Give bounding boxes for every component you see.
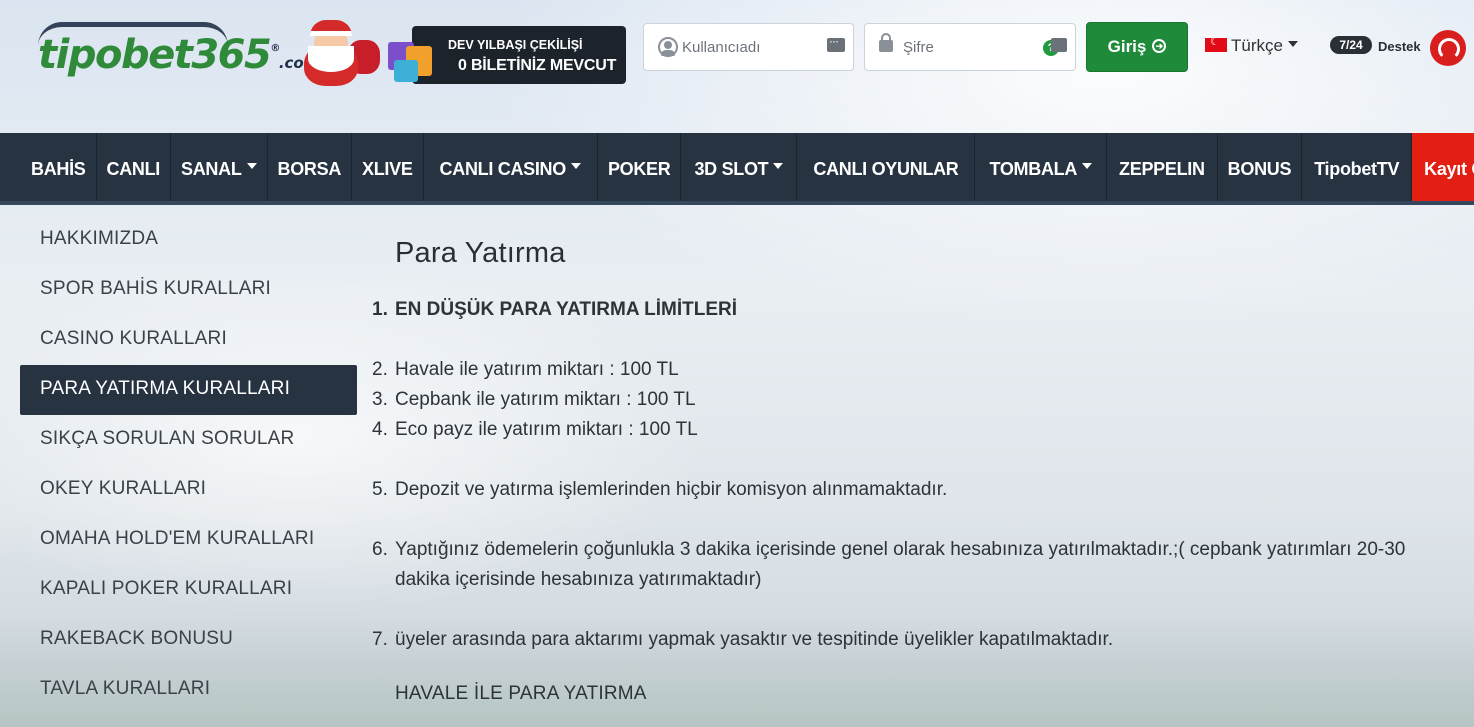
nav-item-bahis[interactable]: BAHİS	[0, 133, 97, 201]
list-item: 2. Havale ile yatırım miktarı : 100 TL	[372, 359, 679, 380]
lottery-title: DEV YILBAŞI ÇEKİLİŞİ	[448, 38, 583, 52]
chevron-down-icon	[1082, 163, 1093, 170]
list-item: 3. Cepbank ile yatırım miktarı : 100 TL	[372, 389, 696, 410]
chevron-down-icon	[246, 163, 257, 170]
arrow-right-icon: ➔	[1152, 38, 1167, 53]
nav-item-tombala[interactable]: TOMBALA	[975, 133, 1108, 201]
list-item: 4. Eco payz ile yatırım miktarı : 100 TL	[372, 419, 698, 440]
santa-illustration	[300, 20, 382, 86]
sidebar-item-hakkimizda[interactable]: HAKKIMIZDA	[20, 215, 357, 265]
nav-item-3d-slot[interactable]: 3D SLOT	[681, 133, 798, 201]
sidebar: HAKKIMIZDA SPOR BAHİS KURALLARI CASINO K…	[20, 215, 357, 715]
nav-item-canli-casino[interactable]: CANLI CASINO	[424, 133, 598, 201]
nav-item-canli-oyunlar[interactable]: CANLI OYUNLAR	[797, 133, 976, 201]
nav-item-tipobettv[interactable]: TipobetTV	[1302, 133, 1413, 201]
list-item: 6. Yaptığınız ödemelerin çoğunlukla 3 dak…	[372, 539, 1406, 590]
page-title: Para Yatırma	[395, 237, 566, 269]
lottery-tickets: 0 BİLETİNİZ MEVCUT	[458, 57, 617, 74]
nav-item-xlive[interactable]: XLIVE	[352, 133, 424, 201]
sidebar-item-kapali-poker[interactable]: KAPALI POKER KURALLARI	[20, 565, 357, 615]
username-field-wrapper	[643, 23, 854, 71]
section-subheading: HAVALE İLE PARA YATIRMA	[395, 683, 647, 704]
sidebar-item-casino[interactable]: CASINO KURALLARI	[20, 315, 357, 365]
language-label: Türkçe	[1231, 36, 1283, 55]
header: tipobet365®.com DEV YILBAŞI ÇEKİLİŞİ 0 B…	[0, 0, 1474, 133]
login-label: Giriş	[1107, 37, 1147, 56]
gift-icon	[386, 30, 436, 82]
nav-item-borsa[interactable]: BORSA	[268, 133, 353, 201]
list-item: 5. Depozit ve yatırma işlemlerinden hiçbi…	[372, 479, 948, 500]
password-input[interactable]	[903, 24, 1043, 70]
sidebar-item-sss[interactable]: SIKÇA SORULAN SORULAR	[20, 415, 357, 465]
nav-item-poker[interactable]: POKER	[598, 133, 682, 201]
keyboard-icon[interactable]	[827, 34, 845, 52]
lock-icon	[879, 33, 893, 52]
sidebar-item-tavla[interactable]: TAVLA KURALLARI	[20, 665, 357, 715]
chevron-down-icon	[773, 163, 784, 170]
login-button[interactable]: Giriş ➔	[1086, 22, 1188, 72]
sidebar-item-para-yatirma[interactable]: PARA YATIRMA KURALLARI	[20, 365, 357, 415]
chevron-down-icon	[1287, 40, 1298, 47]
username-input[interactable]	[682, 24, 822, 70]
turkey-flag-icon	[1205, 35, 1227, 52]
keyboard-icon[interactable]	[1051, 38, 1067, 52]
main-content: Para Yatırma 1. EN DÜŞÜK PARA YATIRMA LİM…	[372, 237, 1462, 705]
list-item: 1. EN DÜŞÜK PARA YATIRMA LİMİTLERİ	[372, 299, 738, 320]
nav-item-bonus[interactable]: BONUS	[1218, 133, 1303, 201]
sidebar-item-spor-bahis[interactable]: SPOR BAHİS KURALLARI	[20, 265, 357, 315]
password-field-wrapper: ?	[864, 23, 1076, 71]
main-nav: BAHİS CANLI SANAL BORSA XLIVE CANLI CASI…	[0, 133, 1474, 205]
support-badge: 7/24	[1330, 36, 1372, 54]
lottery-banner[interactable]: DEV YILBAŞI ÇEKİLİŞİ 0 BİLETİNİZ MEVCUT	[386, 26, 626, 84]
sidebar-item-omaha[interactable]: OMAHA HOLD'EM KURALLARI	[20, 515, 357, 565]
headset-icon	[1430, 30, 1466, 66]
nav-item-canli[interactable]: CANLI	[97, 133, 172, 201]
sidebar-item-okey[interactable]: OKEY KURALLARI	[20, 465, 357, 515]
support-label: Destek	[1378, 39, 1421, 54]
rules-list: 1. EN DÜŞÜK PARA YATIRMA LİMİTLERİ 2. Hava…	[372, 295, 1462, 655]
nav-item-sanal[interactable]: SANAL	[171, 133, 268, 201]
list-item: 7. üyeler arasında para aktarımı yapmak y…	[372, 629, 1114, 650]
language-selector[interactable]: Türkçe	[1205, 35, 1298, 58]
register-button[interactable]: Kayıt Ol	[1412, 133, 1474, 201]
chevron-down-icon	[570, 163, 581, 170]
user-icon	[658, 37, 678, 57]
sidebar-item-rakeback[interactable]: RAKEBACK BONUSU	[20, 615, 357, 665]
nav-item-zeppelin[interactable]: ZEPPELIN	[1107, 133, 1218, 201]
site-logo[interactable]: tipobet365®.com	[38, 22, 319, 86]
support-button[interactable]: 7/24 Destek	[1330, 30, 1466, 70]
